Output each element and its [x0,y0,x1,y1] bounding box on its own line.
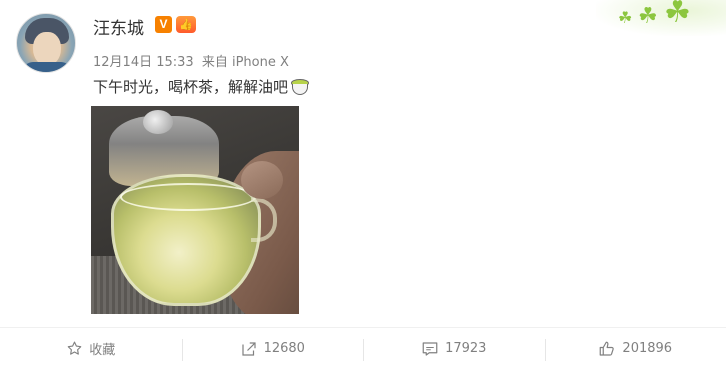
post-source[interactable]: iPhone X [232,55,289,70]
like-count: 201896 [622,341,673,356]
username[interactable]: 汪东城 [93,14,144,39]
post-time[interactable]: 12月14日 15:33 [93,55,194,70]
source-prefix: 来自 [201,55,228,70]
comment-count: 17923 [445,341,487,356]
fan-badge-icon[interactable]: 👍 [176,16,196,33]
action-bar: 收藏 12680 17923 201896 [0,327,726,369]
tea-cup-emoji-icon [290,78,310,96]
comment-icon [422,341,438,356]
verified-badge-icon[interactable]: V [155,16,172,33]
thumbs-up-icon [600,341,615,356]
clover-decoration: ☘ ☘ ☘ [596,0,726,36]
clover-icon: ☘ [664,0,691,30]
favorite-button[interactable]: 收藏 [0,328,182,369]
post-text-body: 下午时光，喝杯茶，解解油吧 [93,78,289,96]
weibo-post-card: ☘ ☘ ☘ 汪东城 V 👍 12月14日 15:33 来自 iPhone X 下… [0,0,726,369]
comment-button[interactable]: 17923 [363,328,545,369]
favorite-label: 收藏 [89,343,116,358]
post-image[interactable] [91,106,299,314]
avatar[interactable] [16,13,76,73]
share-icon [241,341,256,356]
repost-button[interactable]: 12680 [181,328,364,369]
like-button[interactable]: 201896 [544,328,726,369]
clover-icon: ☘ [618,8,633,27]
post-text: 下午时光，喝杯茶，解解油吧 [93,76,310,97]
star-icon [67,341,82,355]
post-meta: 12月14日 15:33 来自 iPhone X [93,51,293,70]
clover-icon: ☘ [638,4,658,29]
repost-count: 12680 [263,341,305,356]
